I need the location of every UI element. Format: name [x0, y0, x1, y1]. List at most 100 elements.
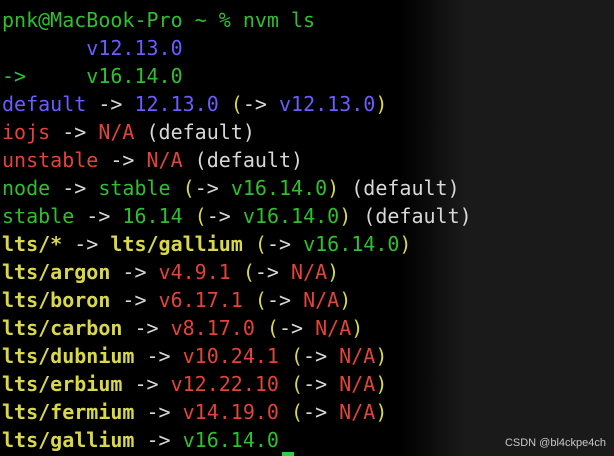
output-segment: ) — [339, 204, 352, 228]
output-segment: ( — [182, 204, 207, 228]
output-segment: ) — [375, 372, 388, 396]
output-segment: lts/boron — [2, 288, 111, 312]
output-segment: (default) — [182, 148, 304, 172]
output-segment: v16.14.0 — [182, 428, 279, 452]
output-segment: 16.14 — [122, 204, 183, 228]
output-segment: ) — [375, 92, 388, 116]
output-segment: lts/dubnium — [2, 344, 135, 368]
output-line: lts/fermium -> v14.19.0 (-> N/A) — [2, 398, 387, 426]
output-line: lts/boron -> v6.17.1 (-> N/A) — [2, 286, 351, 314]
output-segment: -> v16.14.0 — [2, 64, 183, 88]
output-segment: v16.14.0 — [291, 232, 400, 256]
output-segment: v16.14.0 — [230, 204, 340, 228]
output-line: -> v16.14.0 — [2, 62, 183, 90]
output-segment: ( — [242, 232, 267, 256]
output-segment: -> — [303, 372, 328, 396]
output-segment: unstable — [2, 148, 99, 172]
output-segment: ( — [218, 92, 243, 116]
output-segment: ) — [327, 176, 340, 200]
output-segment: N/A — [146, 148, 183, 172]
output-segment: -> — [50, 176, 99, 200]
output-segment: -> — [50, 120, 99, 144]
output-segment: lts/fermium — [2, 400, 135, 424]
output-line: lts/dubnium -> v10.24.1 (-> N/A) — [2, 342, 387, 370]
output-segment: v8.17.0 — [170, 316, 255, 340]
output-segment: -> — [110, 288, 159, 312]
output-line: unstable -> N/A (default) — [2, 146, 303, 174]
output-segment: ) — [399, 232, 412, 256]
output-segment: node — [2, 176, 51, 200]
output-segment: lts/erbium — [2, 372, 123, 396]
output-segment: v14.19.0 — [182, 400, 279, 424]
output-segment: -> — [242, 92, 267, 116]
output-segment: v12.13.0 — [2, 36, 183, 60]
output-segment: N/A — [278, 260, 328, 284]
output-segment: pnk@MacBook-Pro ~ % nvm ls — [2, 8, 316, 32]
output-segment: -> — [278, 316, 304, 340]
output-segment: N/A — [327, 372, 376, 396]
output-segment: -> — [62, 232, 111, 256]
output-segment: -> — [254, 260, 279, 284]
output-segment: ( — [242, 288, 267, 312]
output-segment: N/A — [327, 400, 376, 424]
output-segment: lts/carbon — [2, 316, 123, 340]
output-segment: ( — [278, 344, 304, 368]
output-segment: (default) — [351, 204, 472, 228]
output-line: lts/gallium -> v16.14.0 — [2, 426, 279, 454]
output-segment: -> — [134, 344, 183, 368]
output-segment: -> — [134, 400, 183, 424]
output-segment: ( — [278, 400, 304, 424]
output-segment: -> — [74, 204, 123, 228]
output-segment: -> — [110, 260, 159, 284]
output-segment: default — [2, 92, 87, 116]
output-line: stable -> 16.14 (-> v16.14.0) (default) — [2, 202, 472, 230]
output-segment: iojs — [2, 120, 51, 144]
output-segment: ) — [339, 288, 352, 312]
output-line: lts/erbium -> v12.22.10 (-> N/A) — [2, 370, 387, 398]
terminal-cursor — [282, 452, 294, 456]
output-segment: N/A — [327, 344, 376, 368]
output-segment: -> — [122, 372, 171, 396]
output-segment: N/A — [98, 120, 135, 144]
watermark: CSDN @bl4ckpe4ch — [504, 437, 606, 449]
output-segment: N/A — [291, 288, 340, 312]
output-segment: -> — [194, 176, 219, 200]
output-segment: lts/* — [2, 232, 63, 256]
output-segment: ) — [375, 400, 388, 424]
output-segment: -> — [303, 400, 328, 424]
output-segment: lts/gallium — [2, 428, 135, 452]
output-segment: v6.17.1 — [158, 288, 243, 312]
output-segment: ) — [327, 260, 340, 284]
output-segment: 12.13.0 — [134, 92, 219, 116]
output-line: v12.13.0 — [2, 34, 183, 62]
output-segment: -> — [134, 428, 183, 452]
output-line: lts/carbon -> v8.17.0 (-> N/A) — [2, 314, 363, 342]
output-line: iojs -> N/A (default) — [2, 118, 255, 146]
terminal-window[interactable]: pnk@MacBook-Pro ~ % nvm ls v12.13.0 -> v1… — [0, 0, 614, 456]
output-line: node -> stable (-> v16.14.0) (default) — [2, 174, 460, 202]
output-segment: -> — [303, 344, 328, 368]
output-segment: (default) — [339, 176, 460, 200]
output-segment: ( — [230, 260, 255, 284]
output-line: lts/argon -> v4.9.1 (-> N/A) — [2, 258, 339, 286]
output-segment: v4.9.1 — [158, 260, 231, 284]
output-segment: -> — [122, 316, 171, 340]
output-segment: -> — [86, 92, 135, 116]
output-segment: ) — [351, 316, 364, 340]
output-segment: ) — [375, 344, 388, 368]
output-segment: -> — [266, 288, 292, 312]
output-line: lts/* -> lts/gallium (-> v16.14.0) — [2, 230, 411, 258]
output-segment: -> — [266, 232, 292, 256]
output-segment: ( — [170, 176, 195, 200]
output-segment: lts/gallium — [110, 232, 243, 256]
output-segment: v10.24.1 — [182, 344, 279, 368]
output-segment: (default) — [134, 120, 255, 144]
output-segment: N/A — [303, 316, 352, 340]
output-segment: lts/argon — [2, 260, 111, 284]
output-segment: ( — [278, 372, 304, 396]
output-segment: -> — [206, 204, 231, 228]
output-segment: stable — [2, 204, 75, 228]
output-segment: v12.22.10 — [170, 372, 279, 396]
output-segment: stable — [98, 176, 171, 200]
output-segment: ( — [254, 316, 279, 340]
